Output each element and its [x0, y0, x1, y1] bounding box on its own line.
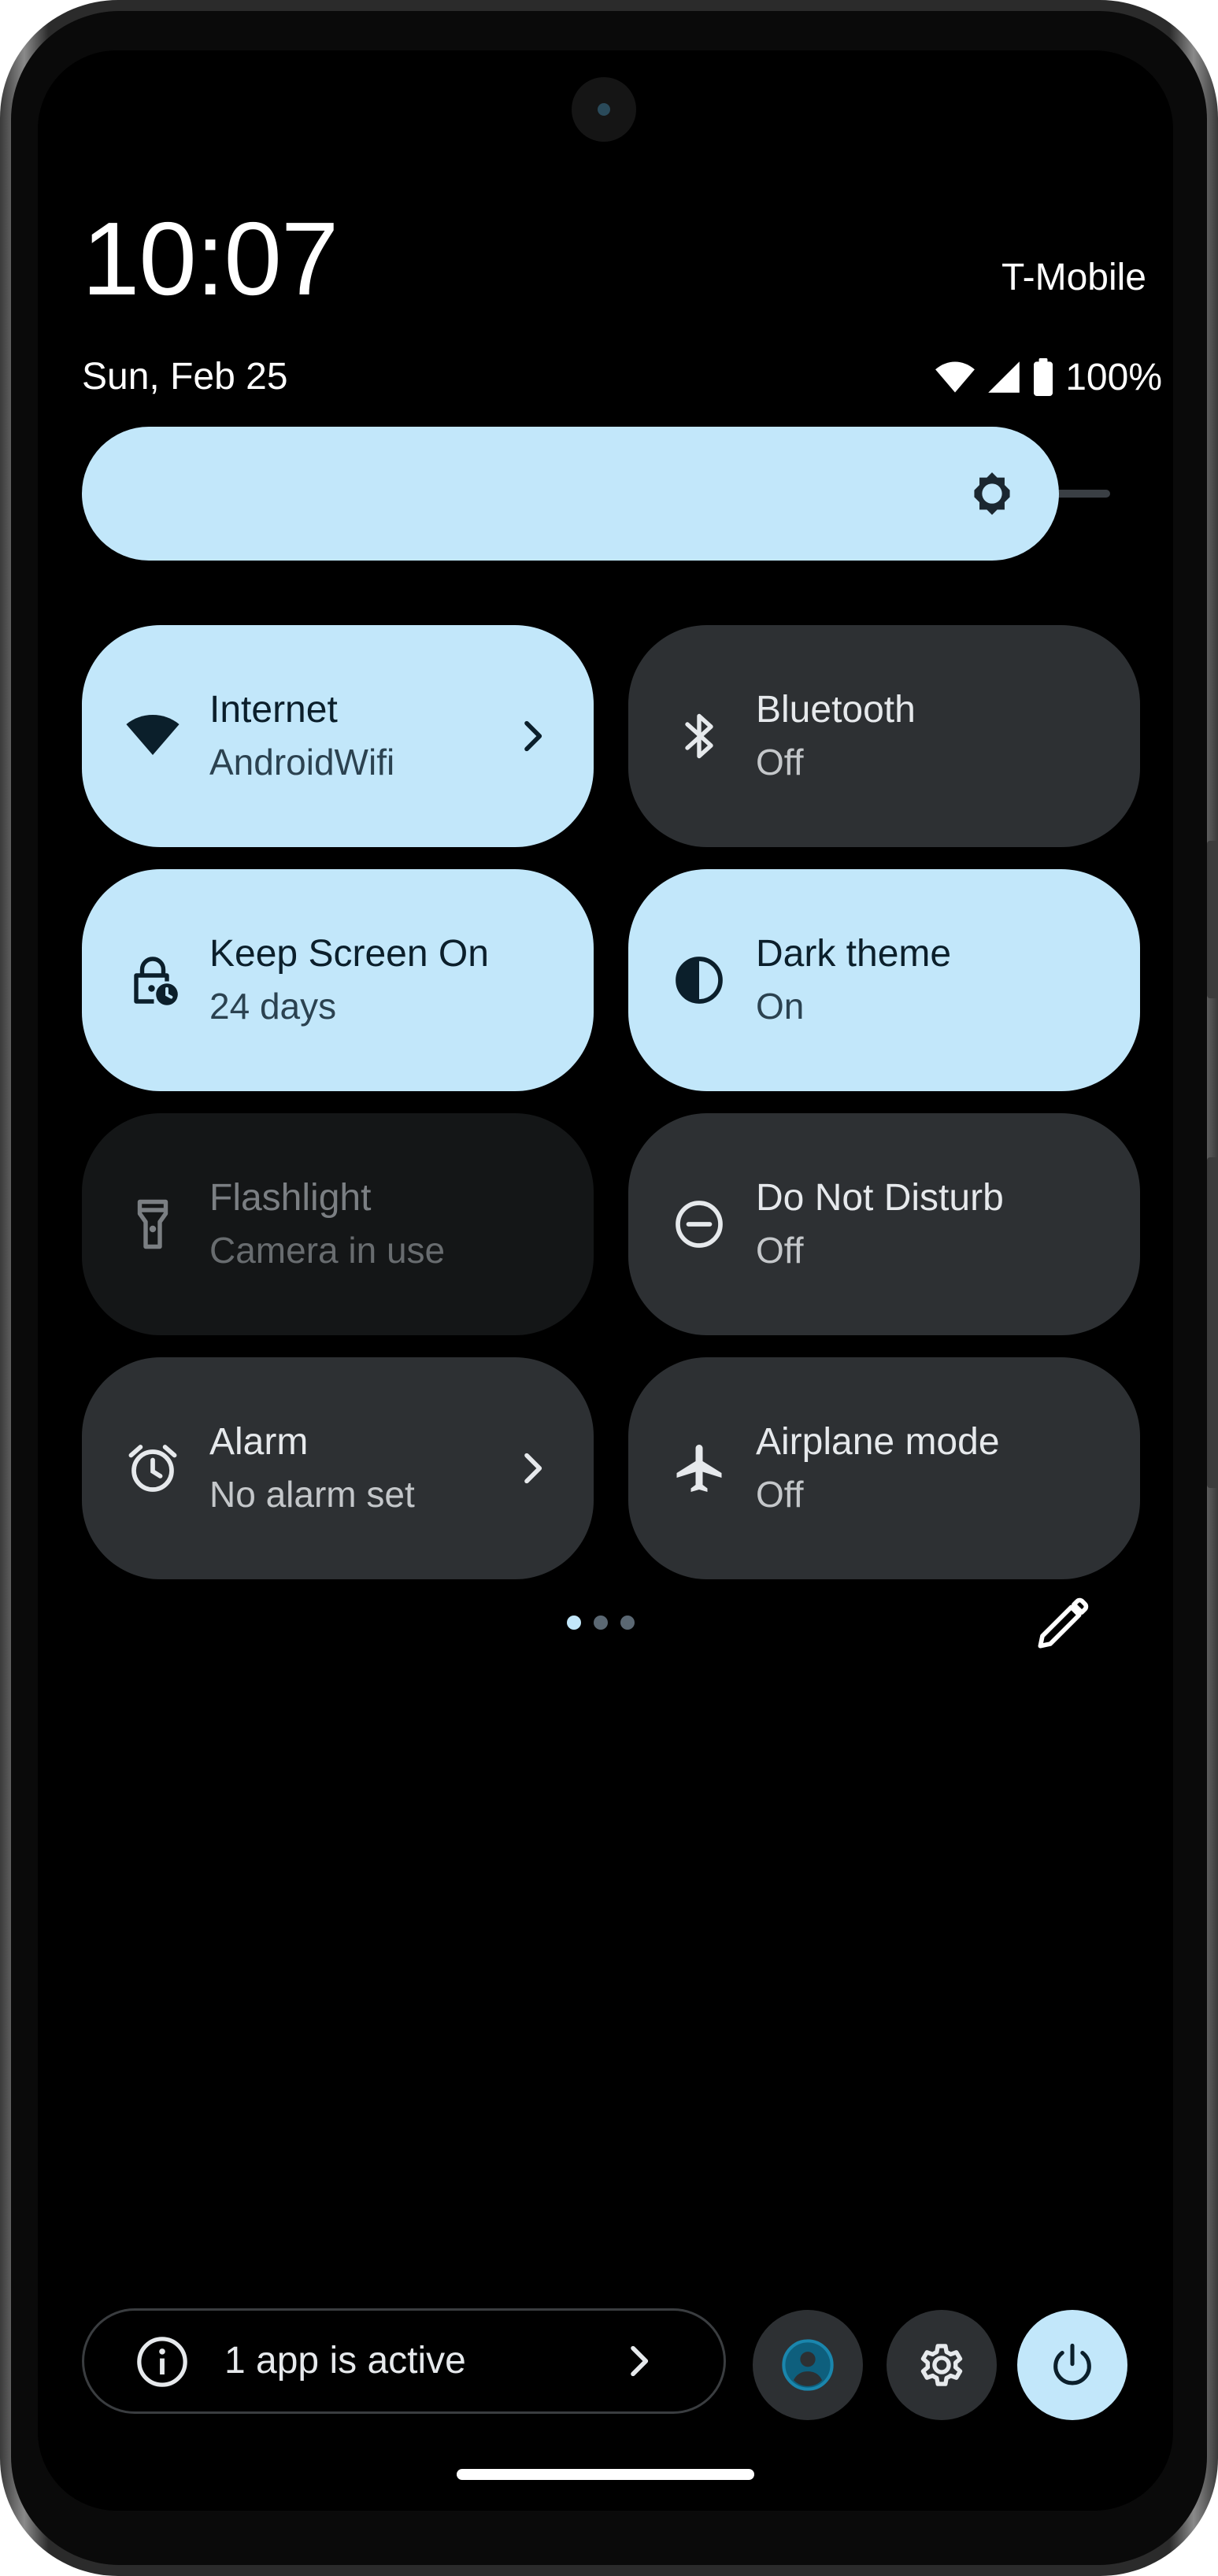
active-apps-label: 1 app is active: [224, 2340, 466, 2382]
wifi-icon: [126, 715, 180, 755]
battery-icon: [1034, 358, 1053, 396]
tile-dark-theme[interactable]: Dark theme On: [628, 869, 1140, 1091]
volume-button: [1207, 1157, 1218, 1488]
user-switcher-icon: [782, 2339, 834, 2391]
page-dot[interactable]: [594, 1616, 608, 1630]
tile-title: Dark theme: [756, 933, 952, 975]
flashlight-icon: [137, 1199, 168, 1249]
bluetooth-icon: [685, 713, 713, 759]
home-indicator[interactable]: [457, 2469, 754, 2480]
page-dot[interactable]: [620, 1616, 635, 1630]
clock[interactable]: 10:07: [82, 200, 339, 318]
tile-do-not-disturb[interactable]: Do Not Disturb Off: [628, 1113, 1140, 1335]
alarm-icon: [128, 1445, 177, 1492]
tile-subtitle: Off: [756, 1230, 804, 1271]
tile-alarm[interactable]: Alarm No alarm set: [82, 1357, 594, 1579]
edit-icon[interactable]: [1030, 1593, 1093, 1656]
brightness-slider[interactable]: [82, 427, 1149, 561]
status-icons: 100%: [935, 353, 1162, 401]
tile-subtitle: AndroidWifi: [209, 742, 395, 783]
carrier-label: T-Mobile: [1001, 257, 1146, 298]
tile-subtitle: Off: [756, 742, 804, 783]
date[interactable]: Sun, Feb 25: [82, 353, 288, 401]
quick-settings-screen: 10:07 Sun, Feb 25 T-Mobile 100% Internet…: [38, 50, 1173, 2511]
tile-subtitle: Camera in use: [209, 1230, 446, 1271]
tile-title: Alarm: [209, 1421, 309, 1463]
chevron-right-icon: [631, 2345, 649, 2377]
tile-title: Internet: [209, 689, 338, 731]
phone-frame: 10:07 Sun, Feb 25 T-Mobile 100% Internet…: [0, 0, 1218, 2576]
user-switcher-button[interactable]: [753, 2310, 863, 2420]
tile-subtitle: 24 days: [209, 986, 337, 1027]
tile-subtitle: Off: [756, 1474, 804, 1515]
chevron-right-icon[interactable]: [510, 714, 554, 758]
active-apps-button[interactable]: 1 app is active: [82, 2308, 726, 2414]
power-button[interactable]: [1017, 2310, 1127, 2420]
airplane-icon: [676, 1445, 722, 1492]
tile-title: Bluetooth: [756, 689, 916, 731]
do-not-disturb-icon: [676, 1201, 723, 1248]
page-indicator: [567, 1616, 635, 1630]
tile-title: Do Not Disturb: [756, 1177, 1004, 1219]
tile-title: Airplane mode: [756, 1421, 1000, 1463]
info-icon: [137, 2337, 187, 2387]
power-icon: [1053, 2343, 1091, 2385]
tile-internet[interactable]: Internet AndroidWifi: [82, 625, 594, 847]
tile-flashlight: Flashlight Camera in use: [82, 1113, 594, 1335]
tile-title: Flashlight: [209, 1177, 372, 1219]
lock-timer-icon: [134, 957, 178, 1005]
settings-button[interactable]: [887, 2310, 997, 2420]
brightness-fill[interactable]: [82, 427, 1059, 561]
tile-subtitle: On: [756, 986, 805, 1027]
chevron-right-icon[interactable]: [510, 1446, 554, 1490]
contrast-icon: [676, 957, 723, 1004]
front-camera: [572, 77, 636, 142]
wifi-icon: [935, 361, 976, 393]
tile-keep-screen-on[interactable]: Keep Screen On 24 days: [82, 869, 594, 1091]
cellular-signal-icon: [988, 361, 1020, 393]
tile-airplane-mode[interactable]: Airplane mode Off: [628, 1357, 1140, 1579]
battery-percentage: 100%: [1065, 356, 1162, 398]
brightness-icon: [974, 472, 1010, 515]
tile-title: Keep Screen On: [209, 933, 489, 975]
side-button: [1207, 841, 1218, 998]
tile-subtitle: No alarm set: [209, 1474, 415, 1515]
settings-icon: [920, 2344, 963, 2386]
page-dot[interactable]: [567, 1616, 581, 1630]
tile-bluetooth[interactable]: Bluetooth Off: [628, 625, 1140, 847]
